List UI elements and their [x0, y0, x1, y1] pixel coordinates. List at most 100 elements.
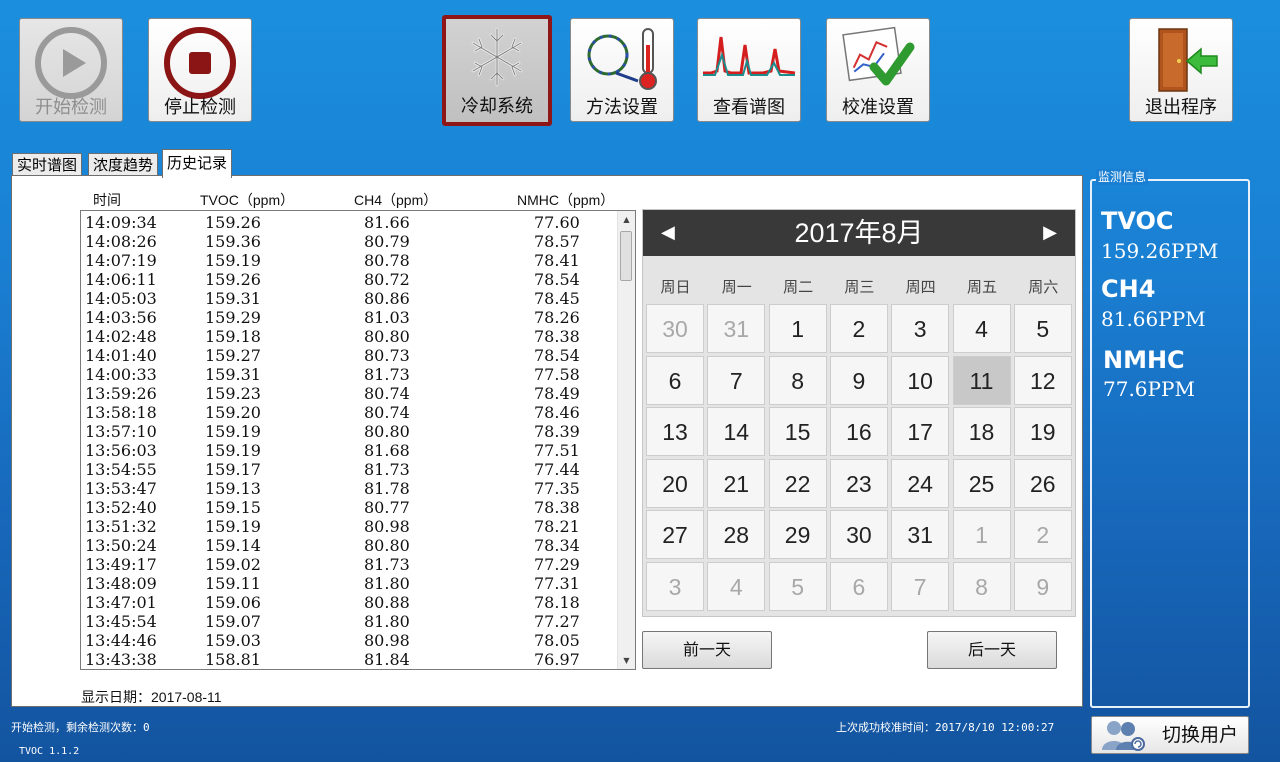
calendar-day[interactable]: 1 — [768, 304, 827, 353]
weekday-label: 周三 — [844, 278, 875, 296]
row-time: 13:52:40 — [85, 498, 157, 517]
column-header-time: 时间 — [93, 192, 121, 208]
calendar-header: ◀ 2017年8月 ▶ — [643, 210, 1075, 256]
calendar-day[interactable]: 1 — [952, 510, 1011, 559]
row-tvoc: 159.03 — [205, 631, 261, 650]
row-tvoc: 159.19 — [205, 441, 261, 460]
snowflake-icon — [471, 27, 523, 87]
history-list[interactable]: 14:09:34 159.26 81.66 77.60 14:08:26 159.36 80… — [80, 210, 636, 670]
scroll-down-arrow-icon[interactable]: ▼ — [618, 652, 635, 669]
cooling-system-button[interactable]: 冷却系统 — [442, 15, 552, 126]
row-time: 13:51:32 — [85, 517, 157, 536]
display-date: 显示日期：2017-08-11 — [81, 689, 222, 705]
calendar-day[interactable]: 8 — [952, 561, 1011, 611]
row-ch4: 81.68 — [364, 441, 410, 460]
calendar-day[interactable]: 28 — [707, 510, 766, 559]
row-nmhc: 77.44 — [534, 460, 580, 479]
row-nmhc: 78.34 — [534, 536, 580, 555]
tab-concentration-trend[interactable]: 浓度趋势 — [88, 153, 159, 176]
row-tvoc: 158.81 — [205, 650, 261, 669]
tab-realtime-spectrum[interactable]: 实时谱图 — [12, 153, 83, 176]
row-ch4: 81.80 — [364, 574, 410, 593]
weekday-label: 周四 — [905, 278, 936, 296]
calendar-day[interactable]: 30 — [829, 510, 888, 559]
tab-history[interactable]: 历史记录 — [162, 149, 233, 178]
tvoc-label: TVOC — [1101, 207, 1174, 235]
calendar-day[interactable]: 3 — [891, 304, 950, 353]
calendar-day[interactable]: 21 — [707, 458, 766, 508]
row-tvoc: 159.27 — [205, 346, 261, 365]
calendar-day[interactable]: 9 — [829, 355, 888, 405]
scrollbar-thumb[interactable] — [620, 231, 632, 281]
calendar-day[interactable]: 4 — [707, 561, 766, 611]
calendar-day[interactable]: 10 — [891, 355, 950, 405]
row-ch4: 81.73 — [364, 555, 410, 574]
calendar-day[interactable]: 31 — [891, 510, 950, 559]
calendar-day[interactable]: 27 — [646, 510, 704, 559]
calibration-chart-check-icon — [842, 26, 915, 86]
calendar-day[interactable]: 5 — [768, 561, 827, 611]
calendar-day[interactable]: 18 — [952, 407, 1011, 456]
monitor-panel: TVOC 159.26PPM CH4 81.66PPM NMHC 77.6PPM — [1090, 179, 1250, 708]
calendar-day[interactable]: 31 — [707, 304, 766, 353]
view-spectrum-button[interactable]: 查看谱图 — [697, 18, 801, 122]
history-scrollbar[interactable]: ▲ ▼ — [617, 211, 635, 669]
row-tvoc: 159.02 — [205, 555, 261, 574]
row-time: 13:44:46 — [85, 631, 157, 650]
calendar-day[interactable]: 12 — [1013, 355, 1072, 405]
calendar-day[interactable]: 22 — [768, 458, 827, 508]
stop-detection-button[interactable]: 停止检测 — [148, 18, 252, 122]
calibration-settings-button[interactable]: 校准设置 — [826, 18, 930, 122]
calendar-day[interactable]: 19 — [1013, 407, 1072, 456]
column-header-nmhc: NMHC（ppm） — [517, 192, 615, 208]
calendar-day[interactable]: 9 — [1013, 561, 1072, 611]
calendar-day[interactable]: 25 — [952, 458, 1011, 508]
calendar-day[interactable]: 23 — [829, 458, 888, 508]
next-month-icon[interactable]: ▶ — [1043, 210, 1057, 256]
row-nmhc: 77.58 — [534, 365, 580, 384]
row-ch4: 80.74 — [364, 384, 410, 403]
ch4-value: 81.66PPM — [1101, 307, 1206, 331]
calendar-day[interactable]: 2 — [829, 304, 888, 353]
start-detection-button[interactable]: 开始检测 — [19, 18, 123, 122]
row-nmhc: 78.57 — [534, 232, 580, 251]
calendar-day[interactable]: 16 — [829, 407, 888, 456]
calendar-day[interactable]: 6 — [646, 355, 704, 405]
method-settings-button[interactable]: 方法设置 — [570, 18, 674, 122]
view-spectrum-label: 查看谱图 — [713, 97, 785, 118]
row-time: 13:48:09 — [85, 574, 157, 593]
calendar-day[interactable]: 5 — [1013, 304, 1072, 353]
row-tvoc: 159.19 — [205, 422, 261, 441]
calendar-day[interactable]: 17 — [891, 407, 950, 456]
calendar-day[interactable]: 30 — [646, 304, 704, 353]
calendar-day[interactable]: 3 — [646, 561, 704, 611]
calendar-day[interactable]: 26 — [1013, 458, 1072, 508]
next-day-button[interactable]: 后一天 — [927, 631, 1057, 669]
exit-program-button[interactable]: 退出程序 — [1129, 18, 1233, 122]
row-nmhc: 77.60 — [534, 213, 580, 232]
row-nmhc: 78.39 — [534, 422, 580, 441]
row-nmhc: 78.38 — [534, 327, 580, 346]
calendar-day[interactable]: 7 — [891, 561, 950, 611]
calendar-day[interactable]: 7 — [707, 355, 766, 405]
calendar-day[interactable]: 8 — [768, 355, 827, 405]
scroll-up-arrow-icon[interactable]: ▲ — [618, 211, 635, 228]
calendar-day[interactable]: 20 — [646, 458, 704, 508]
calendar-day-selected[interactable]: 11 — [952, 355, 1011, 405]
switch-user-button[interactable]: 切换用户 — [1091, 716, 1249, 754]
row-tvoc: 159.20 — [205, 403, 261, 422]
calendar-day[interactable]: 29 — [768, 510, 827, 559]
row-ch4: 81.66 — [364, 213, 410, 232]
calendar-title: 2017年8月 — [794, 218, 924, 248]
calendar-day[interactable]: 13 — [646, 407, 704, 456]
row-time: 14:03:56 — [85, 308, 157, 327]
calendar-day[interactable]: 2 — [1013, 510, 1072, 559]
calendar-day[interactable]: 15 — [768, 407, 827, 456]
previous-day-button[interactable]: 前一天 — [642, 631, 772, 669]
calendar-day[interactable]: 14 — [707, 407, 766, 456]
calendar-day[interactable]: 24 — [891, 458, 950, 508]
row-ch4: 80.80 — [364, 422, 410, 441]
calendar-day[interactable]: 4 — [952, 304, 1011, 353]
column-header-ch4: CH4（ppm） — [354, 192, 438, 208]
calendar-day[interactable]: 6 — [829, 561, 888, 611]
